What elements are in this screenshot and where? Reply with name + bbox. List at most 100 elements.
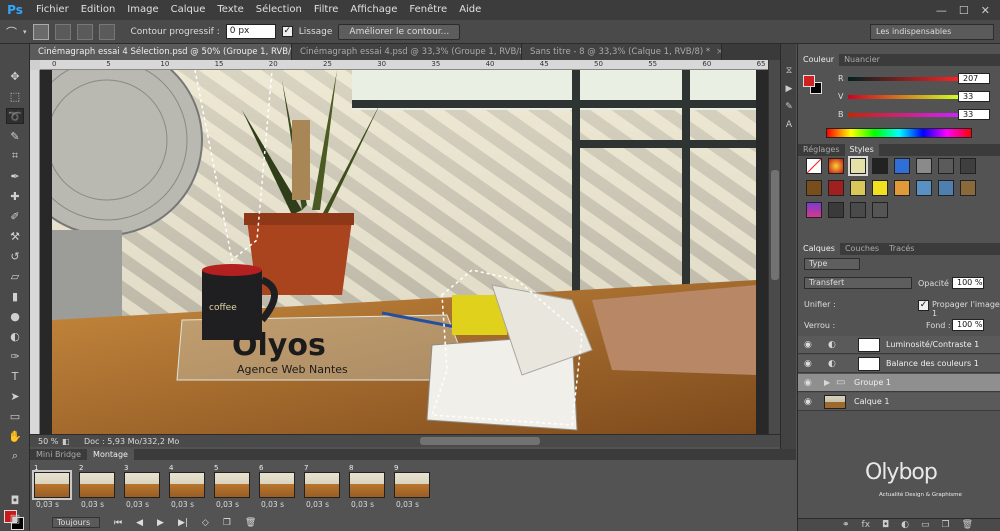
visibility-eye-icon[interactable]: ◉ — [804, 359, 812, 369]
type-tool-icon[interactable]: T — [6, 368, 24, 384]
tab-document-2[interactable]: Cinémagraph essai 4.psd @ 33,3% (Groupe … — [292, 44, 522, 60]
style-swatch[interactable] — [848, 156, 868, 176]
screen-mode-icon[interactable]: ▣ — [6, 510, 24, 526]
timeline-frame[interactable]: 6 0,03 s — [257, 464, 297, 514]
style-swatch[interactable] — [894, 158, 910, 174]
subtract-selection-icon[interactable] — [76, 23, 93, 40]
vertical-scrollbar[interactable] — [768, 60, 780, 434]
close-button[interactable]: ✕ — [981, 4, 990, 17]
lasso-preset-icon[interactable]: ⌒ — [6, 24, 17, 40]
opacity-input[interactable]: 100 % — [952, 277, 984, 289]
timeline-frame[interactable]: 4 0,03 s — [167, 464, 207, 514]
menu-affichage[interactable]: Affichage — [344, 0, 403, 20]
style-swatch[interactable] — [938, 158, 954, 174]
feather-input[interactable]: 0 px — [225, 24, 276, 39]
status-menu-icon[interactable]: ◧ — [62, 437, 76, 446]
frame-delay[interactable]: 0,03 s — [126, 500, 149, 509]
healing-tool-icon[interactable]: ✚ — [6, 188, 24, 204]
frame-delay[interactable]: 0,03 s — [396, 500, 419, 509]
layer-row[interactable]: ◉ ▶ ▭ Groupe 1 — [798, 374, 1000, 392]
style-swatch[interactable] — [916, 158, 932, 174]
zoom-tool-icon[interactable]: ⌕ — [6, 448, 24, 464]
layer-row[interactable]: ◉ ◐ Balance des couleurs 1 — [798, 355, 1000, 373]
duplicate-frame-icon[interactable]: ❐ — [223, 518, 231, 528]
shape-tool-icon[interactable]: ▭ — [6, 408, 24, 424]
color-fg-swatch[interactable] — [803, 75, 815, 87]
frame-delay[interactable]: 0,03 s — [36, 500, 59, 509]
tab-nuancier[interactable]: Nuancier — [839, 54, 885, 66]
character-icon[interactable]: A — [783, 120, 795, 132]
trash-icon[interactable]: 🗑 — [962, 520, 973, 530]
stamp-tool-icon[interactable]: ⚒ — [6, 228, 24, 244]
horizontal-ruler[interactable]: 0 5 10 15 20 25 30 35 40 45 50 55 60 65 — [40, 60, 768, 70]
frame-delay[interactable]: 0,03 s — [261, 500, 284, 509]
menu-image[interactable]: Image — [121, 0, 164, 20]
style-swatch[interactable] — [960, 180, 976, 196]
tab-document-1[interactable]: Cinémagraph essai 4 Sélection.psd @ 50% … — [30, 44, 292, 60]
style-swatch[interactable] — [938, 180, 954, 196]
loop-select[interactable]: Toujours — [52, 517, 100, 528]
tab-document-3[interactable]: Sans titre - 8 @ 33,3% (Calque 1, RVB/8)… — [522, 44, 722, 60]
next-frame-icon[interactable]: ▶| — [178, 518, 188, 528]
style-swatch[interactable] — [828, 202, 844, 218]
timeline-frame[interactable]: 7 0,03 s — [302, 464, 342, 514]
timeline-frame[interactable]: 1 0,03 s — [32, 464, 72, 514]
style-swatch[interactable] — [806, 180, 822, 196]
tab-traces[interactable]: Tracés — [884, 243, 919, 255]
style-swatch[interactable] — [828, 180, 844, 196]
timeline-frame[interactable]: 5 0,03 s — [212, 464, 252, 514]
layer-row[interactable]: ◉ Calque 1 — [798, 393, 1000, 411]
red-value[interactable]: 207 — [958, 73, 990, 84]
menu-selection[interactable]: Sélection — [250, 0, 308, 20]
style-swatch[interactable] — [872, 202, 888, 218]
frame-delay[interactable]: 0,03 s — [171, 500, 194, 509]
path-select-tool-icon[interactable]: ➤ — [6, 388, 24, 404]
blue-value[interactable]: 33 — [958, 109, 990, 120]
blend-mode-select[interactable]: Transfert — [804, 277, 912, 289]
refine-edge-button[interactable]: Améliorer le contour... — [338, 23, 461, 40]
style-swatch[interactable] — [960, 158, 976, 174]
layer-row[interactable]: ◉ ◐ Luminosité/Contraste 1 — [798, 336, 1000, 354]
menu-aide[interactable]: Aide — [453, 0, 487, 20]
play-icon[interactable]: ▶ — [157, 518, 164, 528]
link-layers-icon[interactable]: ⚭ — [842, 520, 850, 530]
frame-delay[interactable]: 0,03 s — [351, 500, 374, 509]
style-swatch[interactable] — [872, 158, 888, 174]
style-swatch[interactable] — [894, 180, 910, 196]
quick-mask-icon[interactable]: ◘ — [6, 492, 24, 508]
timeline-frame[interactable]: 2 0,03 s — [77, 464, 117, 514]
menu-fichier[interactable]: Fichier — [30, 0, 75, 20]
propagate-checkbox[interactable]: ✓ — [918, 300, 929, 311]
workspace-select[interactable]: Les indispensables — [870, 24, 994, 40]
blue-slider[interactable] — [848, 112, 958, 117]
tab-montage[interactable]: Montage — [87, 449, 134, 460]
tab-couleur[interactable]: Couleur — [798, 54, 840, 66]
tween-icon[interactable]: ◇ — [202, 518, 209, 528]
eraser-tool-icon[interactable]: ▱ — [6, 268, 24, 284]
dodge-tool-icon[interactable]: ◐ — [6, 328, 24, 344]
new-selection-icon[interactable] — [32, 23, 49, 40]
lasso-tool-icon[interactable]: ➰ — [6, 108, 24, 124]
style-swatch[interactable] — [916, 180, 932, 196]
crop-tool-icon[interactable]: ⌗ — [6, 148, 24, 164]
minimize-button[interactable]: — — [936, 4, 947, 17]
tab-styles[interactable]: Styles — [844, 144, 879, 156]
gradient-tool-icon[interactable]: ▮ — [6, 288, 24, 304]
new-layer-icon[interactable]: ❐ — [942, 520, 950, 530]
history-icon[interactable]: ⧖ — [783, 66, 795, 78]
antialias-checkbox[interactable]: ✓ — [281, 26, 293, 37]
history-brush-tool-icon[interactable]: ↺ — [6, 248, 24, 264]
blur-tool-icon[interactable]: ● — [6, 308, 24, 324]
menu-edition[interactable]: Edition — [75, 0, 122, 20]
frame-delay[interactable]: 0,03 s — [216, 500, 239, 509]
vertical-scroll-thumb[interactable] — [771, 170, 779, 280]
dropdown-arrow-icon[interactable]: ▾ — [23, 28, 27, 36]
move-tool-icon[interactable]: ✥ — [6, 68, 24, 84]
quick-select-tool-icon[interactable]: ✎ — [6, 128, 24, 144]
style-swatch[interactable] — [828, 158, 844, 174]
maximize-button[interactable]: ☐ — [959, 4, 969, 17]
hand-tool-icon[interactable]: ✋ — [6, 428, 24, 444]
timeline-frame[interactable]: 3 0,03 s — [122, 464, 162, 514]
green-slider[interactable] — [848, 94, 958, 99]
visibility-eye-icon[interactable]: ◉ — [804, 397, 812, 407]
